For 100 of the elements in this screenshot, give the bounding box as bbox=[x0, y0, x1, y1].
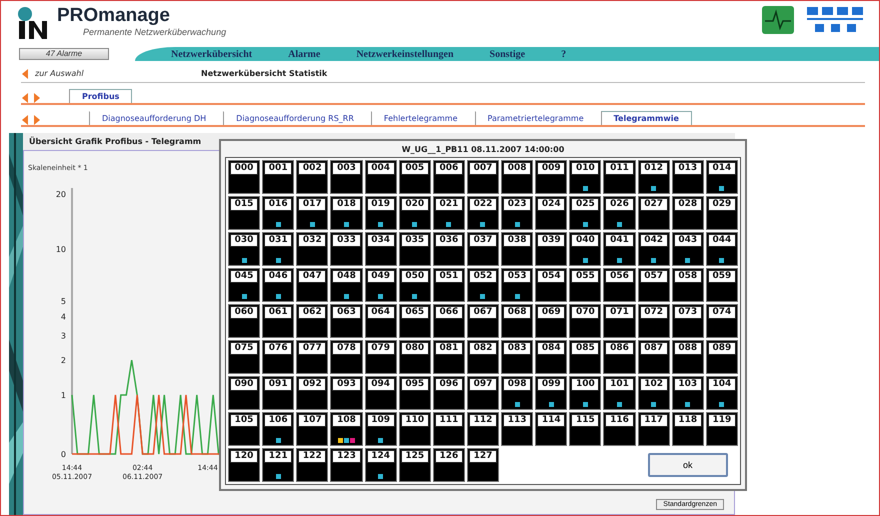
station-tile[interactable]: 046 bbox=[262, 268, 294, 302]
menu-item[interactable]: Sonstige bbox=[490, 48, 526, 60]
tab[interactable]: Diagnoseaufforderung DH bbox=[89, 111, 220, 125]
station-tile[interactable]: 077 bbox=[296, 340, 328, 374]
back-link[interactable]: zur Auswahl bbox=[35, 69, 195, 78]
station-tile[interactable]: 098 bbox=[501, 376, 534, 410]
station-tile[interactable]: 087 bbox=[638, 340, 670, 374]
station-tile[interactable]: 053 bbox=[501, 268, 534, 302]
station-tile[interactable]: 092 bbox=[296, 376, 328, 410]
station-tile[interactable]: 044 bbox=[706, 232, 738, 266]
station-tile[interactable]: 015 bbox=[228, 196, 260, 230]
station-tile[interactable]: 083 bbox=[501, 340, 534, 374]
station-tile[interactable]: 019 bbox=[364, 196, 397, 230]
station-tile[interactable]: 012 bbox=[638, 160, 670, 194]
station-tile[interactable]: 039 bbox=[535, 232, 568, 266]
menu-item[interactable]: ? bbox=[561, 48, 566, 60]
station-tile[interactable]: 017 bbox=[296, 196, 328, 230]
station-tile[interactable]: 025 bbox=[569, 196, 602, 230]
station-tile[interactable]: 020 bbox=[398, 196, 431, 230]
station-tile[interactable]: 106 bbox=[262, 412, 294, 446]
tab[interactable]: Telegrammwie bbox=[600, 111, 692, 125]
station-tile[interactable]: 122 bbox=[296, 448, 328, 482]
station-tile[interactable]: 022 bbox=[466, 196, 500, 230]
station-tile[interactable]: 059 bbox=[706, 268, 738, 302]
station-tile[interactable]: 082 bbox=[466, 340, 500, 374]
station-tile[interactable]: 030 bbox=[228, 232, 260, 266]
station-tile[interactable]: 078 bbox=[330, 340, 363, 374]
station-tile[interactable]: 009 bbox=[535, 160, 568, 194]
station-tile[interactable]: 113 bbox=[501, 412, 534, 446]
monitor-icon[interactable] bbox=[761, 5, 795, 35]
station-tile[interactable]: 090 bbox=[228, 376, 260, 410]
tab[interactable]: Fehlertelegramme bbox=[370, 111, 470, 125]
left-arrow-icon[interactable] bbox=[21, 115, 29, 125]
station-tile[interactable]: 114 bbox=[535, 412, 568, 446]
station-tile[interactable]: 076 bbox=[262, 340, 294, 374]
station-tile[interactable]: 000 bbox=[228, 160, 260, 194]
station-tile[interactable]: 024 bbox=[535, 196, 568, 230]
station-tile[interactable]: 104 bbox=[706, 376, 738, 410]
station-tile[interactable]: 008 bbox=[501, 160, 534, 194]
station-tile[interactable]: 123 bbox=[330, 448, 363, 482]
station-tile[interactable]: 056 bbox=[603, 268, 636, 302]
station-tile[interactable]: 089 bbox=[706, 340, 738, 374]
station-tile[interactable]: 081 bbox=[432, 340, 465, 374]
station-tile[interactable]: 041 bbox=[603, 232, 636, 266]
station-tile[interactable]: 054 bbox=[535, 268, 568, 302]
station-tile[interactable]: 064 bbox=[364, 304, 397, 338]
right-arrow-icon[interactable] bbox=[33, 115, 41, 125]
station-tile[interactable]: 014 bbox=[706, 160, 738, 194]
station-tile[interactable]: 035 bbox=[398, 232, 431, 266]
station-tile[interactable]: 031 bbox=[262, 232, 294, 266]
station-tile[interactable]: 121 bbox=[262, 448, 294, 482]
station-tile[interactable]: 028 bbox=[672, 196, 704, 230]
station-tile[interactable]: 088 bbox=[672, 340, 704, 374]
station-tile[interactable]: 005 bbox=[398, 160, 431, 194]
network-icon[interactable] bbox=[805, 5, 865, 35]
station-tile[interactable]: 080 bbox=[398, 340, 431, 374]
station-tile[interactable]: 055 bbox=[569, 268, 602, 302]
station-tile[interactable]: 073 bbox=[672, 304, 704, 338]
station-tile[interactable]: 037 bbox=[466, 232, 500, 266]
station-tile[interactable]: 007 bbox=[466, 160, 500, 194]
station-tile[interactable]: 062 bbox=[296, 304, 328, 338]
station-tile[interactable]: 043 bbox=[672, 232, 704, 266]
station-tile[interactable]: 013 bbox=[672, 160, 704, 194]
station-tile[interactable]: 096 bbox=[432, 376, 465, 410]
station-tile[interactable]: 060 bbox=[228, 304, 260, 338]
station-tile[interactable]: 079 bbox=[364, 340, 397, 374]
station-tile[interactable]: 066 bbox=[432, 304, 465, 338]
station-tile[interactable]: 036 bbox=[432, 232, 465, 266]
station-tile[interactable]: 069 bbox=[535, 304, 568, 338]
station-tile[interactable]: 127 bbox=[466, 448, 500, 482]
station-tile[interactable]: 095 bbox=[398, 376, 431, 410]
left-arrow-icon[interactable] bbox=[21, 68, 29, 78]
station-tile[interactable]: 091 bbox=[262, 376, 294, 410]
station-tile[interactable]: 006 bbox=[432, 160, 465, 194]
station-tile[interactable]: 115 bbox=[569, 412, 602, 446]
station-tile[interactable]: 001 bbox=[262, 160, 294, 194]
station-tile[interactable]: 063 bbox=[330, 304, 363, 338]
station-tile[interactable]: 101 bbox=[603, 376, 636, 410]
left-arrow-icon[interactable] bbox=[21, 93, 29, 103]
menu-item[interactable]: Netzwerkübersicht bbox=[171, 48, 252, 60]
station-tile[interactable]: 112 bbox=[466, 412, 500, 446]
station-tile[interactable]: 110 bbox=[398, 412, 431, 446]
station-tile[interactable]: 045 bbox=[228, 268, 260, 302]
station-tile[interactable]: 016 bbox=[262, 196, 294, 230]
station-tile[interactable]: 111 bbox=[432, 412, 465, 446]
station-tile[interactable]: 099 bbox=[535, 376, 568, 410]
station-tile[interactable]: 048 bbox=[330, 268, 363, 302]
station-tile[interactable]: 026 bbox=[603, 196, 636, 230]
station-tile[interactable]: 107 bbox=[296, 412, 328, 446]
tab[interactable]: Parametriertelegramme bbox=[474, 111, 597, 125]
station-tile[interactable]: 126 bbox=[432, 448, 465, 482]
station-tile[interactable]: 116 bbox=[603, 412, 636, 446]
station-tile[interactable]: 070 bbox=[569, 304, 602, 338]
station-tile[interactable]: 074 bbox=[706, 304, 738, 338]
station-tile[interactable]: 065 bbox=[398, 304, 431, 338]
station-tile[interactable]: 093 bbox=[330, 376, 363, 410]
station-tile[interactable]: 086 bbox=[603, 340, 636, 374]
station-tile[interactable]: 117 bbox=[638, 412, 670, 446]
station-tile[interactable]: 058 bbox=[672, 268, 704, 302]
station-tile[interactable]: 067 bbox=[466, 304, 500, 338]
